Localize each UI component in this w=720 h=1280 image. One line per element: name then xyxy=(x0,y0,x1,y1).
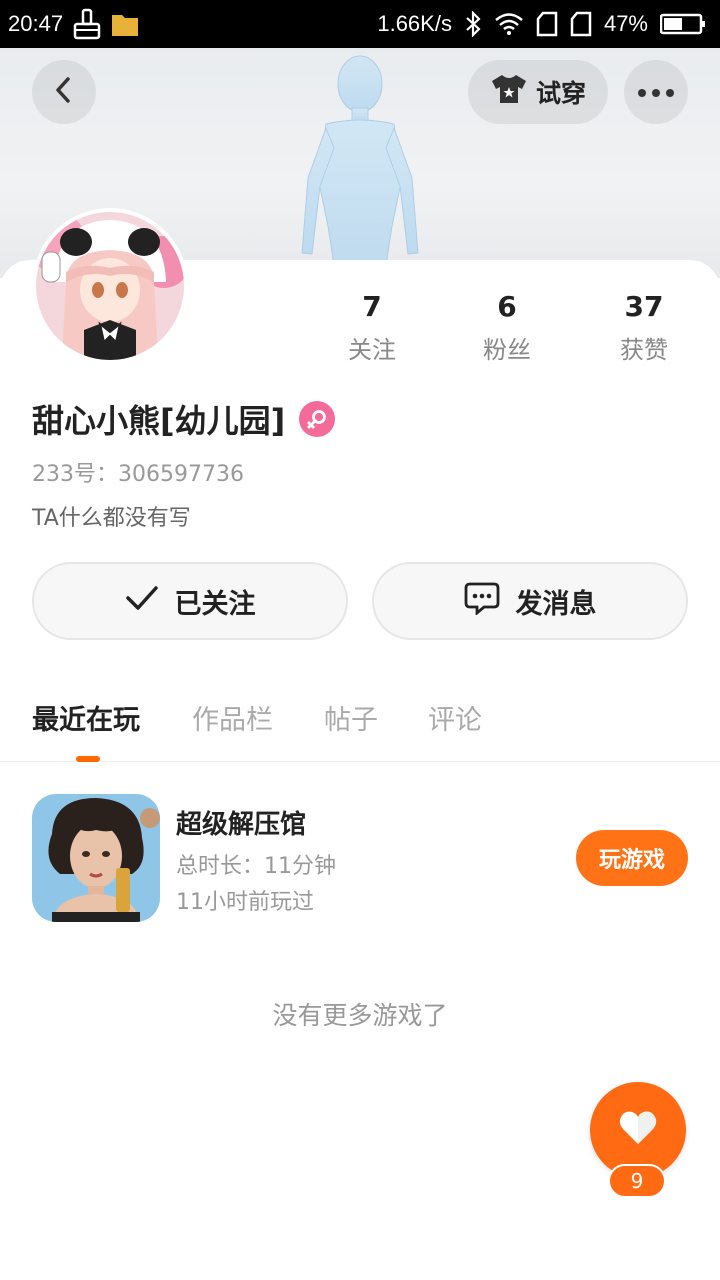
following-count: 7 xyxy=(362,290,382,323)
stat-fans[interactable]: 6 粉丝 xyxy=(452,290,562,365)
battery-percent: 47% xyxy=(603,11,648,36)
stat-following[interactable]: 7 关注 xyxy=(317,290,427,365)
tshirt-icon xyxy=(490,73,528,111)
try-on-button[interactable]: 试穿 xyxy=(468,60,608,124)
back-arrow-icon xyxy=(52,76,76,108)
female-icon xyxy=(299,401,336,437)
nickname-row: 甜心小熊[幼儿园] xyxy=(32,396,336,442)
game-icon xyxy=(32,794,160,922)
heart-icon xyxy=(618,1110,658,1150)
signal-icon xyxy=(570,11,592,37)
active-tab-indicator xyxy=(76,756,100,762)
status-time: 20:47 xyxy=(8,11,64,36)
fans-label: 粉丝 xyxy=(483,336,531,364)
no-more-games-text: 没有更多游戏了 xyxy=(272,1001,448,1030)
battery-icon xyxy=(660,13,706,35)
game-duration: 总时长：11分钟 xyxy=(176,854,336,879)
send-message-label: 发消息 xyxy=(515,588,597,620)
cleaner-icon xyxy=(73,8,101,40)
tab-posts[interactable]: 帖子 xyxy=(324,698,378,737)
nickname: 甜心小熊[幼儿园] xyxy=(32,402,286,440)
followed-button[interactable]: 已关注 xyxy=(32,562,348,640)
send-message-button[interactable]: 发消息 xyxy=(372,562,688,640)
tab-comments[interactable]: 评论 xyxy=(428,698,482,737)
avatar-image xyxy=(36,212,184,360)
folder-icon xyxy=(111,11,139,37)
game-last-played: 11小时前玩过 xyxy=(176,890,314,915)
tab-works[interactable]: 作品栏 xyxy=(192,698,273,737)
list-item[interactable]: 超级解压馆 总时长：11分钟 11小时前玩过 玩游戏 xyxy=(32,794,688,924)
likes-label: 获赞 xyxy=(620,336,668,364)
followed-label: 已关注 xyxy=(174,588,256,620)
more-dots-icon xyxy=(637,83,675,102)
try-on-label: 试穿 xyxy=(535,79,586,108)
tab-recently-played[interactable]: 最近在玩 xyxy=(32,698,140,737)
user-id: 233号：306597736 xyxy=(32,462,244,487)
like-count-badge: 9 xyxy=(608,1164,666,1198)
fans-count: 6 xyxy=(497,290,517,323)
chat-bubble-icon xyxy=(464,581,500,622)
likes-count: 37 xyxy=(624,290,664,323)
bluetooth-icon xyxy=(464,11,482,37)
stat-likes[interactable]: 37 获赞 xyxy=(589,290,699,365)
avatar[interactable] xyxy=(32,208,188,364)
game-title: 超级解压馆 xyxy=(176,810,307,840)
back-button[interactable] xyxy=(32,60,96,124)
more-button[interactable] xyxy=(624,60,688,124)
profile-tabs: 最近在玩 作品栏 帖子 评论 xyxy=(0,690,720,762)
following-label: 关注 xyxy=(348,336,396,364)
wifi-icon xyxy=(494,12,524,36)
checkmark-icon xyxy=(125,585,159,618)
network-speed: 1.66K/s xyxy=(377,11,452,36)
signal-icon xyxy=(536,11,558,37)
bio: TA什么都没有写 xyxy=(32,506,191,531)
play-game-button[interactable]: 玩游戏 xyxy=(576,830,688,886)
status-bar: 20:47 1.66K/s 47% xyxy=(0,0,720,48)
